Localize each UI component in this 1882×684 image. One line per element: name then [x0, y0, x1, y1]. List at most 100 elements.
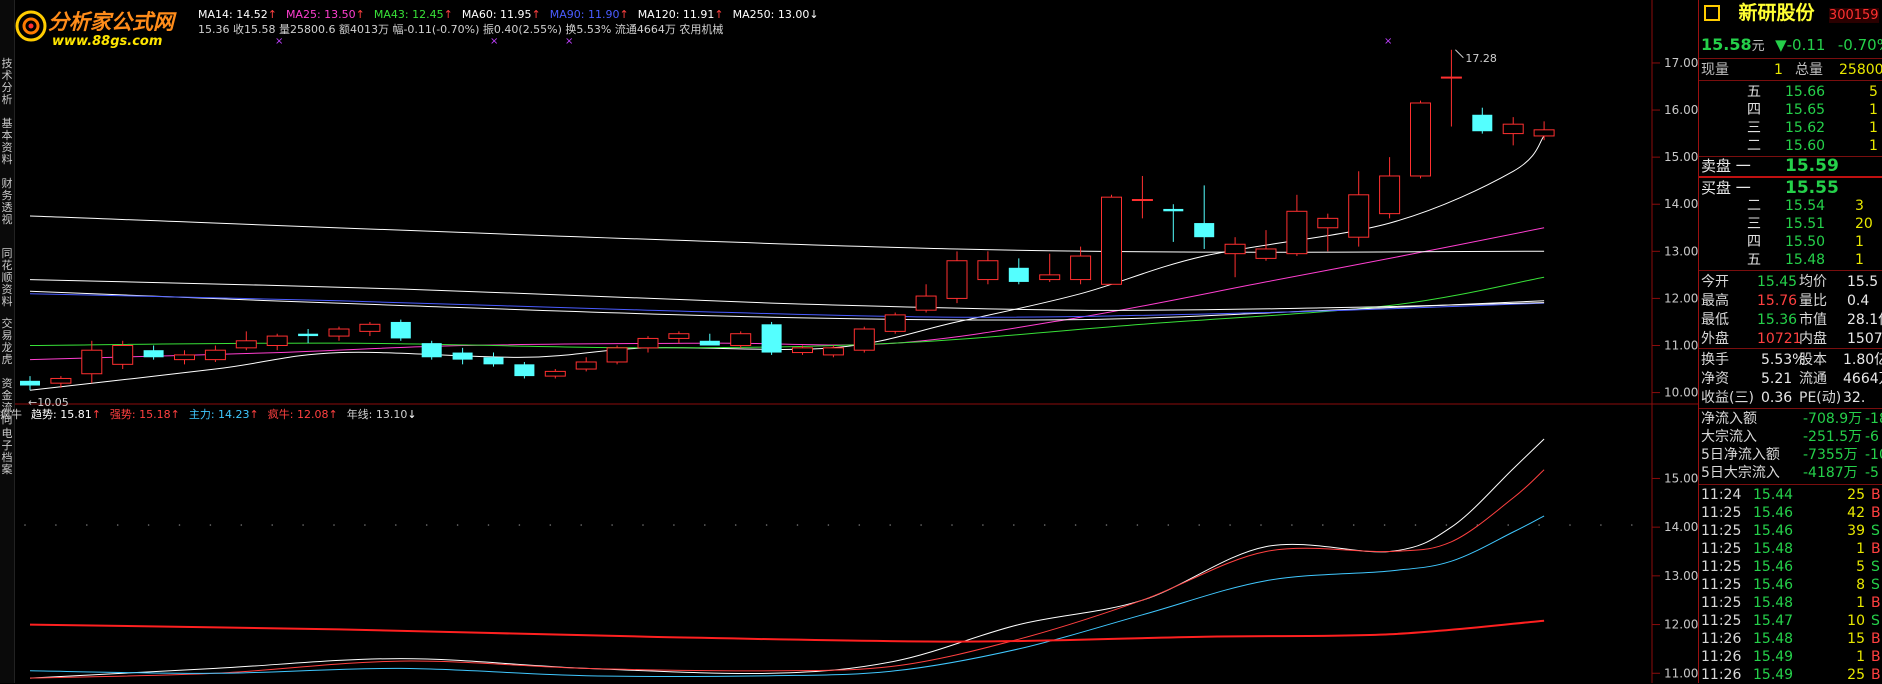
- candle-body: [204, 349, 226, 361]
- candle-body: [1070, 255, 1092, 281]
- ask-level-row: 二 15.60 1: [1747, 138, 1878, 154]
- indicator-grid-dot: [1074, 524, 1077, 526]
- indicator-legend-label: 趋势: 15.81: [31, 408, 92, 421]
- tick-row: 11:25 15.48 1 B: [1701, 595, 1881, 611]
- ma-line-ma14: [29, 135, 1545, 391]
- candle-body: [1379, 175, 1401, 215]
- high-price-label: 17.28: [1465, 52, 1497, 65]
- price-axis-label: 14.00: [1664, 197, 1698, 211]
- candle-body: [853, 328, 875, 351]
- indicator-legend-arrow: ↑: [328, 408, 338, 421]
- indicator-grid-dot: [425, 524, 428, 526]
- indicator-grid-dot: [1105, 524, 1108, 526]
- indicator-grid-dot: [1043, 524, 1046, 526]
- candle-body: [637, 337, 659, 349]
- candle-body: [266, 335, 288, 346]
- indicator-grid-dot: [827, 524, 830, 526]
- candle-body: [1039, 274, 1061, 281]
- indicator-grid-dot: [518, 524, 521, 526]
- bid-level-row: 二 15.54 3: [1747, 198, 1864, 214]
- price-axis-label: 11.00: [1664, 338, 1698, 352]
- indicator-legend-arrow: ↓: [407, 408, 417, 421]
- stats-row: 最低15.36市值28.1亿: [1701, 312, 1882, 328]
- tick-row: 11:26 15.49 1 B: [1701, 649, 1881, 665]
- price-axis-label: 15.00: [1664, 150, 1698, 164]
- ask1-row[interactable]: 卖盘 一 15.59: [1699, 157, 1882, 175]
- candle-body: [1008, 267, 1029, 282]
- candle-body: [1163, 208, 1184, 212]
- price-chart[interactable]: 17.00 16.00 15.00 14.00 13.00 12.00 11.00 10.00…: [0, 0, 1698, 683]
- candle-body: [946, 260, 968, 299]
- tick-row: 11:25 15.47 10 S: [1701, 613, 1880, 629]
- indicator-grid-dot: [982, 524, 984, 526]
- candle-body: [1194, 223, 1215, 238]
- price-axis-label: 16.00: [1664, 103, 1698, 117]
- candle-body: [174, 354, 195, 361]
- bid-level-row: 五 15.48 1: [1747, 252, 1864, 268]
- candle-body: [575, 361, 597, 370]
- indicator-grid-dot: [642, 524, 644, 526]
- indicator-grid-dot: [889, 524, 891, 526]
- indicator-axis-label: 14.00: [1664, 520, 1698, 534]
- indicator-grid-dot: [920, 524, 922, 526]
- candle-body: [1472, 114, 1493, 132]
- candle-body: [792, 347, 813, 354]
- ma-line-ma250: [29, 215, 1545, 253]
- stock-change: ▼-0.11: [1775, 36, 1826, 54]
- indicator-grid-dot: [1445, 524, 1448, 526]
- indicator-grid-dot: [333, 524, 335, 526]
- candle-body: [822, 347, 844, 356]
- indicator-grid-dot: [1229, 524, 1231, 526]
- indicator-grid-dot: [1136, 524, 1139, 526]
- indicator-grid-dot: [734, 524, 737, 526]
- indicator-legend-arrow: ↑: [91, 408, 101, 421]
- ma-line-ma60: [29, 290, 1545, 321]
- candle-body: [1317, 217, 1339, 229]
- ma-line-ma120: [29, 279, 1545, 311]
- candle-body: [298, 333, 319, 337]
- tick-row: 11:24 15.44 25 B: [1701, 487, 1881, 503]
- stock-menu-icon[interactable]: [1704, 5, 1720, 21]
- indicator-grid-dot: [611, 524, 613, 526]
- indicator-grid-dot: [1507, 524, 1509, 526]
- candle-body: [359, 323, 381, 332]
- stats-row: 外盘 10721 内盘 1507: [1701, 331, 1882, 347]
- stock-code: 300159: [1828, 8, 1879, 23]
- indicator-legend-arrow: ↑: [249, 408, 259, 421]
- indicator-grid-dot: [549, 524, 552, 526]
- indicator-axis-label: 15.00: [1664, 471, 1698, 485]
- ask-level-row: 四 15.65 1: [1747, 102, 1878, 118]
- candle-body: [1502, 123, 1524, 135]
- tick-row: 11:25 15.48 1 B: [1701, 541, 1881, 557]
- candle-body: [1410, 102, 1431, 177]
- candle-body: [977, 260, 999, 281]
- indicator-grid-dot: [364, 524, 366, 526]
- indicator-axis-label: 12.00: [1664, 618, 1698, 632]
- indicator-grid-dot: [580, 524, 582, 526]
- stock-name: 新研股份: [1738, 2, 1815, 24]
- candle-body: [730, 333, 752, 346]
- indicator-line: [29, 619, 1545, 643]
- candle-body: [112, 344, 134, 365]
- indicator-grid-dot: [302, 524, 304, 526]
- tick-row: 11:25 15.46 8 S: [1701, 577, 1880, 593]
- candle-body: [1286, 210, 1308, 255]
- indicator-grid-dot: [1260, 524, 1262, 526]
- indicator-axis-label: 13.00: [1664, 569, 1698, 583]
- candle-body: [761, 324, 782, 353]
- ask-level-row: 五 15.66 5: [1747, 84, 1878, 100]
- ma-line-ma90: [29, 293, 1545, 318]
- indicator-legend-item: 疯牛: 12.08↑: [268, 408, 338, 421]
- indicator-grid-dot: [86, 524, 88, 526]
- indicator-grid-dot: [1600, 524, 1602, 526]
- fundamentals-row: 净资5.21流通4664万: [1701, 371, 1882, 387]
- indicator-grid-dot: [178, 524, 181, 526]
- bid1-row[interactable]: 买盘 一 15.55: [1699, 179, 1882, 197]
- signal-mark: ×: [565, 36, 573, 47]
- stock-price: 15.58: [1701, 35, 1752, 54]
- fund-flow-row: 净流入额-708.9万-18: [1701, 411, 1882, 427]
- quote-panel: 新研股份 300159 15.58元 ▼-0.11 -0.70% 现量 1 总量…: [1698, 0, 1882, 683]
- indicator-grid-dot: [1352, 524, 1355, 526]
- indicator-grid-dot: [704, 524, 706, 526]
- ma-line-ma43: [29, 276, 1545, 349]
